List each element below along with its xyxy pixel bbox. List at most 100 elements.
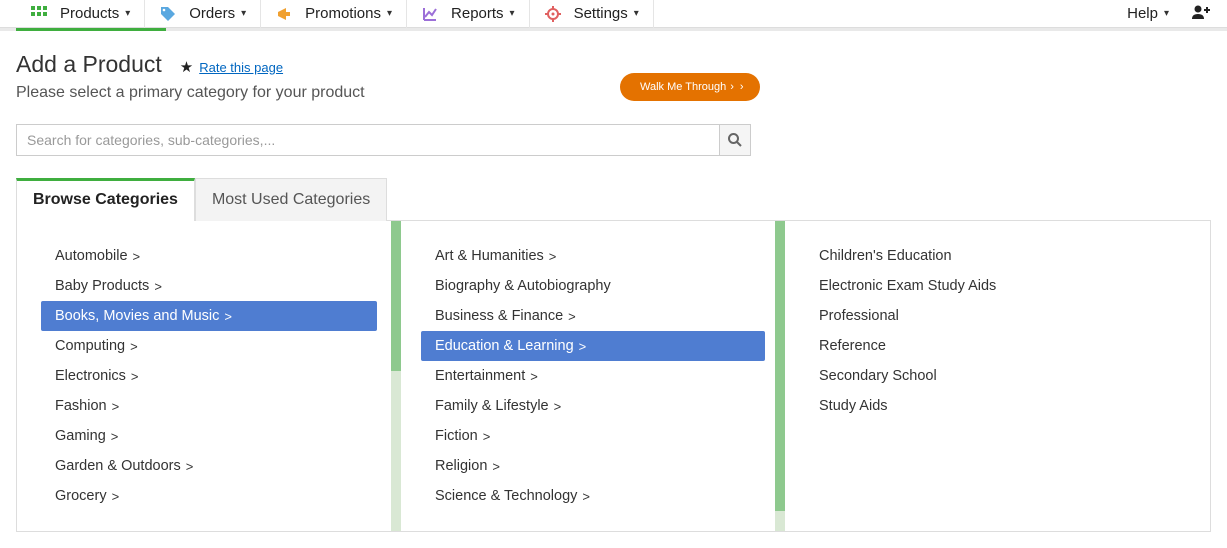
category-column-3: Children's Education Electronic Exam Stud… bbox=[785, 221, 1169, 531]
nav-right: Help ▾ bbox=[1115, 0, 1211, 28]
chevron-right-icon: > bbox=[568, 309, 576, 324]
caret-icon: ▾ bbox=[125, 8, 130, 19]
category-label: Reference bbox=[819, 338, 886, 354]
category-item[interactable]: Fiction > bbox=[421, 421, 765, 451]
category-item[interactable]: Study Aids bbox=[805, 391, 1149, 421]
category-panel: Automobile>Baby Products>Books, Movies a… bbox=[16, 220, 1211, 532]
category-label: Science & Technology bbox=[435, 488, 577, 504]
category-item[interactable]: Education & Learning > bbox=[421, 331, 765, 361]
category-search-input[interactable] bbox=[16, 124, 719, 156]
category-label: Business & Finance bbox=[435, 308, 563, 324]
category-item[interactable]: Religion> bbox=[421, 451, 765, 481]
category-label: Gaming bbox=[55, 428, 106, 444]
nav-products[interactable]: Products ▾ bbox=[16, 0, 145, 28]
rate-link: Rate this page bbox=[199, 60, 283, 75]
page-subtitle: Please select a primary category for you… bbox=[16, 84, 1211, 102]
category-item[interactable]: Electronic Exam Study Aids bbox=[805, 271, 1149, 301]
tag-icon bbox=[159, 5, 177, 23]
title-row: Add a Product ★ Rate this page bbox=[16, 51, 1211, 78]
category-label: Professional bbox=[819, 308, 899, 324]
chevron-right-icon: > bbox=[131, 369, 139, 384]
category-item[interactable]: Professional bbox=[805, 301, 1149, 331]
page-content: Add a Product ★ Rate this page Please se… bbox=[0, 31, 1227, 532]
category-label: Fiction bbox=[435, 428, 478, 444]
scrollbar[interactable] bbox=[775, 221, 785, 531]
category-label: Electronic Exam Study Aids bbox=[819, 278, 996, 294]
scrollbar[interactable] bbox=[391, 221, 401, 531]
chevron-right-icon: > bbox=[530, 369, 538, 384]
category-item[interactable]: Automobile> bbox=[41, 241, 377, 271]
caret-icon: ▾ bbox=[241, 8, 246, 19]
chevron-right-icon: > bbox=[186, 459, 194, 474]
category-label: Biography & Autobiography bbox=[435, 278, 611, 294]
category-item[interactable]: Art & Humanities> bbox=[421, 241, 765, 271]
category-item[interactable]: Gaming > bbox=[41, 421, 377, 451]
category-column-1: Automobile>Baby Products>Books, Movies a… bbox=[17, 221, 401, 531]
category-item[interactable]: Secondary School bbox=[805, 361, 1149, 391]
search-icon bbox=[727, 132, 743, 148]
search-button[interactable] bbox=[719, 124, 751, 156]
chevron-right-icon: > bbox=[133, 249, 141, 264]
category-item[interactable]: Grocery > bbox=[41, 481, 377, 511]
gear-icon bbox=[544, 5, 562, 23]
search-row bbox=[16, 124, 751, 156]
category-label: Entertainment bbox=[435, 368, 525, 384]
nav-label: Help bbox=[1127, 5, 1158, 22]
caret-icon: ▾ bbox=[387, 8, 392, 19]
chevron-right-icon: > bbox=[582, 489, 590, 504]
tab-most-used-categories[interactable]: Most Used Categories bbox=[195, 178, 387, 221]
rate-page[interactable]: ★ Rate this page bbox=[180, 58, 283, 76]
user-icon[interactable] bbox=[1191, 4, 1211, 23]
category-item[interactable]: Fashion > bbox=[41, 391, 377, 421]
chevron-right-icon: > bbox=[483, 429, 491, 444]
nav-help[interactable]: Help ▾ bbox=[1115, 0, 1181, 28]
nav-label: Orders bbox=[189, 5, 235, 22]
category-item[interactable]: Baby Products > bbox=[41, 271, 377, 301]
walk-label: Walk Me Through bbox=[640, 81, 726, 93]
category-item[interactable]: Computing> bbox=[41, 331, 377, 361]
category-item[interactable]: Garden & Outdoors > bbox=[41, 451, 377, 481]
nav-promotions[interactable]: Promotions ▾ bbox=[261, 0, 407, 28]
chevron-right-icon: > bbox=[111, 429, 119, 444]
category-label: Garden & Outdoors bbox=[55, 458, 181, 474]
chevron-right-icon: > bbox=[154, 279, 162, 294]
chevron-right-icon: > bbox=[554, 399, 562, 414]
nav-orders[interactable]: Orders ▾ bbox=[145, 0, 261, 28]
chart-icon bbox=[421, 5, 439, 23]
chevron-right-icon: > bbox=[579, 339, 587, 354]
category-label: Children's Education bbox=[819, 248, 952, 264]
category-item[interactable]: Books, Movies and Music> bbox=[41, 301, 377, 331]
caret-icon: ▾ bbox=[634, 8, 639, 19]
category-item[interactable]: Electronics> bbox=[41, 361, 377, 391]
category-label: Fashion bbox=[55, 398, 107, 414]
category-label: Baby Products bbox=[55, 278, 149, 294]
category-label: Education & Learning bbox=[435, 338, 574, 354]
top-nav: Products ▾ Orders ▾ Promotions ▾ Reports… bbox=[0, 0, 1227, 28]
chevron-right-icon: > bbox=[224, 309, 232, 324]
caret-icon: ▾ bbox=[510, 8, 515, 19]
category-label: Grocery bbox=[55, 488, 107, 504]
tab-browse-categories[interactable]: Browse Categories bbox=[16, 178, 195, 221]
category-tabs: Browse Categories Most Used Categories bbox=[16, 178, 1211, 221]
category-item[interactable]: Children's Education bbox=[805, 241, 1149, 271]
category-label: Religion bbox=[435, 458, 487, 474]
category-item[interactable]: Family & Lifestyle> bbox=[421, 391, 765, 421]
category-item[interactable]: Biography & Autobiography bbox=[421, 271, 765, 301]
category-item[interactable]: Entertainment > bbox=[421, 361, 765, 391]
category-item[interactable]: Science & Technology > bbox=[421, 481, 765, 511]
category-label: Study Aids bbox=[819, 398, 888, 414]
nav-settings[interactable]: Settings ▾ bbox=[530, 0, 654, 28]
chevron-right-icon: > bbox=[112, 489, 120, 504]
category-label: Secondary School bbox=[819, 368, 937, 384]
category-item[interactable]: Business & Finance > bbox=[421, 301, 765, 331]
walk-me-through-button[interactable]: Walk Me Through › › bbox=[620, 73, 760, 101]
grid-icon bbox=[30, 5, 48, 23]
chevron-right-icon: > bbox=[112, 399, 120, 414]
chevron-right-icon: › bbox=[740, 81, 744, 93]
nav-reports[interactable]: Reports ▾ bbox=[407, 0, 530, 28]
nav-label: Reports bbox=[451, 5, 504, 22]
category-item[interactable]: Reference bbox=[805, 331, 1149, 361]
nav-label: Promotions bbox=[305, 5, 381, 22]
caret-icon: ▾ bbox=[1164, 8, 1169, 19]
nav-label: Settings bbox=[574, 5, 628, 22]
